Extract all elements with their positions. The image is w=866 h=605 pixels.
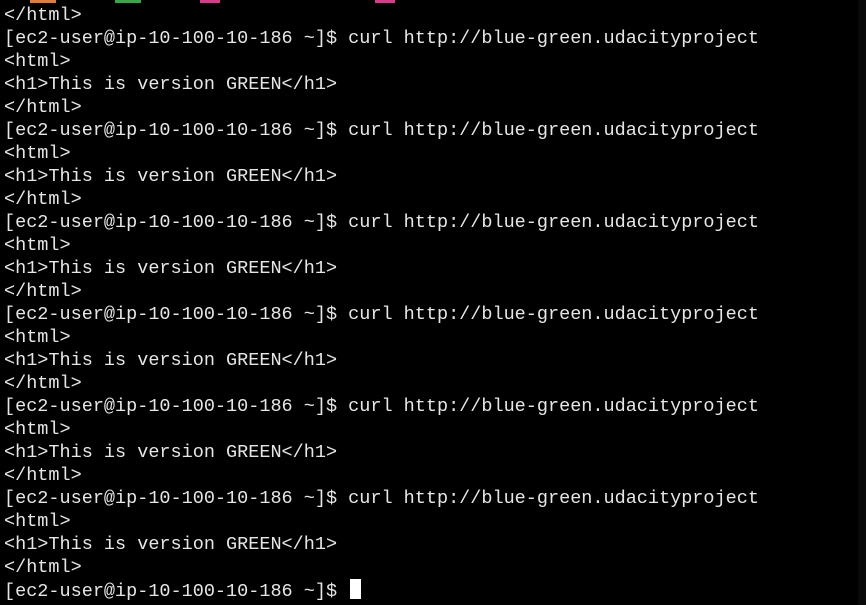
- output-line: <h1>This is version GREEN</h1>: [4, 74, 338, 95]
- prompt-line[interactable]: [ec2-user@ip-10-100-10-186 ~]$: [4, 579, 858, 602]
- output-line: <h1>This is version GREEN</h1>: [4, 166, 338, 187]
- command-line: [ec2-user@ip-10-100-10-186 ~]$ curl http…: [4, 396, 759, 417]
- output-line: <h1>This is version GREEN</h1>: [4, 534, 338, 555]
- terminal-window: </html> [ec2-user@ip-10-100-10-186 ~]$ c…: [0, 0, 866, 605]
- output-line: </html>: [4, 373, 82, 394]
- output-line: <h1>This is version GREEN</h1>: [4, 258, 338, 279]
- output-line: <html>: [4, 419, 71, 440]
- output-line: </html>: [4, 5, 82, 26]
- output-line: </html>: [4, 97, 82, 118]
- scrollbar[interactable]: [858, 0, 866, 605]
- command-line: [ec2-user@ip-10-100-10-186 ~]$ curl http…: [4, 28, 759, 49]
- output-line: </html>: [4, 557, 82, 578]
- terminal-output[interactable]: </html> [ec2-user@ip-10-100-10-186 ~]$ c…: [0, 0, 858, 605]
- shell-prompt: [ec2-user@ip-10-100-10-186 ~]$: [4, 581, 349, 602]
- text-cursor: [350, 579, 362, 599]
- output-line: <html>: [4, 51, 71, 72]
- output-line: <h1>This is version GREEN</h1>: [4, 350, 338, 371]
- output-line: <html>: [4, 327, 71, 348]
- output-line: <h1>This is version GREEN</h1>: [4, 442, 338, 463]
- output-line: <html>: [4, 143, 71, 164]
- output-line: </html>: [4, 465, 82, 486]
- command-line: [ec2-user@ip-10-100-10-186 ~]$ curl http…: [4, 488, 759, 509]
- output-line: </html>: [4, 281, 82, 302]
- command-line: [ec2-user@ip-10-100-10-186 ~]$ curl http…: [4, 120, 759, 141]
- output-line: <html>: [4, 235, 71, 256]
- output-line: <html>: [4, 511, 71, 532]
- command-line: [ec2-user@ip-10-100-10-186 ~]$ curl http…: [4, 304, 759, 325]
- output-line: </html>: [4, 189, 82, 210]
- command-line: [ec2-user@ip-10-100-10-186 ~]$ curl http…: [4, 212, 759, 233]
